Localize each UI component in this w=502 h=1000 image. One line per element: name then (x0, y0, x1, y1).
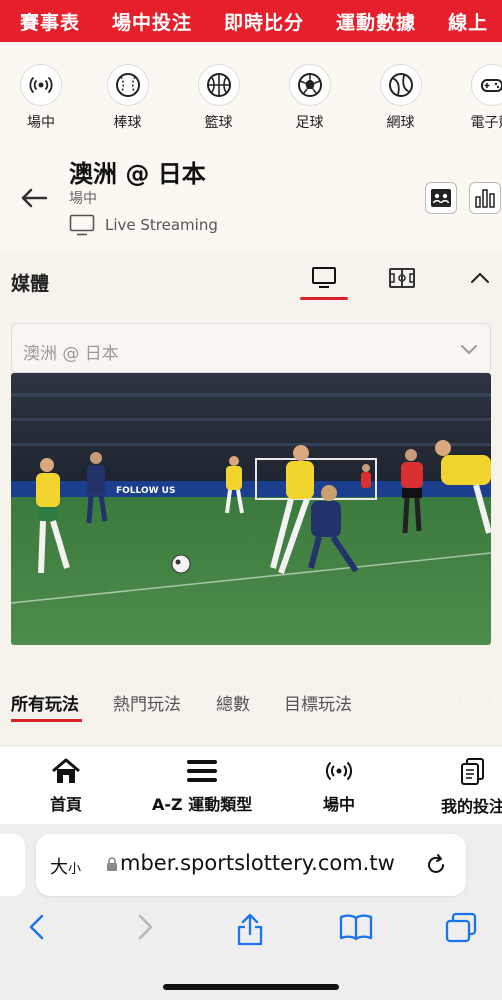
match-select-value: 澳洲 @ 日本 (23, 344, 119, 364)
tv-icon (312, 267, 336, 288)
nav-live-score[interactable]: 即時比分 (224, 8, 304, 35)
live-video-player[interactable]: FOLLOW US (11, 373, 491, 645)
copy-icon (461, 758, 484, 785)
bottom-nav-home[interactable]: 首頁 (50, 757, 82, 815)
lock-icon (106, 856, 118, 876)
nav-schedule[interactable]: 賽事表 (20, 8, 80, 35)
bottom-nav-label: A-Z 運動類型 (152, 795, 253, 814)
bet-type-tabs: 所有玩法 熱門玩法 總數 目標玩法 (0, 680, 502, 730)
bar-chart-icon (475, 189, 495, 208)
sports-category-row: 場中 棒球 籃球 足球 網球 電子競 (0, 42, 502, 142)
home-icon (52, 758, 80, 783)
lineup-icon (431, 189, 451, 207)
tab-totals[interactable]: 總數 (216, 690, 250, 715)
share-icon[interactable] (234, 912, 266, 950)
media-section-header: 媒體 (0, 252, 502, 312)
monitor-icon (69, 214, 95, 236)
live-streaming-label: Live Streaming (105, 216, 218, 234)
baseball-icon (106, 64, 149, 106)
forward-chevron-icon[interactable] (134, 912, 156, 946)
tabs-icon[interactable] (444, 912, 478, 948)
url-text: mber.sportslottery.com.tw (120, 851, 395, 875)
home-indicator (163, 984, 339, 990)
sport-label: 籃球 (204, 115, 233, 131)
banner-text: FOLLOW US (116, 486, 175, 496)
sport-item-live[interactable]: 場中 (0, 42, 82, 142)
bottom-nav-label: 我的投注 (441, 797, 502, 816)
bottom-nav-label: 場中 (323, 795, 356, 814)
match-status: 場中 (69, 191, 97, 207)
tab-goal-bets[interactable]: 目標玩法 (284, 690, 352, 715)
video-frame: FOLLOW US (11, 373, 491, 645)
sport-label: 場中 (27, 115, 55, 131)
tab-popular-bets[interactable]: 熱門玩法 (113, 690, 181, 715)
tab-pitch[interactable] (382, 262, 422, 294)
menu-icon (187, 760, 218, 782)
sport-item-soccer[interactable]: 足球 (264, 42, 355, 142)
sport-item-esports[interactable]: 電子競 (446, 42, 502, 142)
tab-all-bets[interactable]: 所有玩法 (11, 690, 79, 715)
previous-tab-card[interactable] (0, 834, 25, 896)
address-bar[interactable]: 大小 mber.sportslottery.com.tw (36, 834, 466, 896)
bottom-nav-a-z-sports[interactable]: A-Z 運動類型 (152, 757, 252, 815)
sport-label: 棒球 (113, 115, 142, 131)
sport-label: 電子競 (470, 115, 502, 131)
active-tab-indicator (300, 297, 348, 300)
bottom-nav-live[interactable]: 場中 (323, 757, 355, 815)
sport-label: 網球 (386, 115, 415, 131)
live-streaming-indicator[interactable]: Live Streaming (69, 214, 218, 236)
lineup-button[interactable] (425, 182, 457, 214)
chevron-down-icon (460, 340, 478, 359)
back-arrow-icon[interactable] (18, 182, 50, 214)
bottom-nav-my-bets[interactable]: 我的投注 (441, 757, 502, 817)
top-navigation: 賽事表 場中投注 即時比分 運動數據 線上 (0, 0, 502, 42)
esports-icon (470, 64, 502, 106)
sport-label: 足球 (295, 115, 324, 131)
pitch-icon (389, 268, 415, 288)
sport-item-baseball[interactable]: 棒球 (82, 42, 173, 142)
media-label: 媒體 (11, 273, 50, 295)
match-select[interactable]: 澳洲 @ 日本 (11, 323, 491, 373)
tab-tv[interactable] (304, 262, 344, 294)
live-broadcast-icon (20, 64, 62, 106)
browser-chrome: 大小 mber.sportslottery.com.tw (0, 824, 502, 1000)
bookmarks-icon[interactable] (338, 912, 374, 946)
active-tab-indicator (11, 719, 82, 722)
bottom-nav-label: 首頁 (50, 795, 83, 814)
match-header: 澳洲 @ 日本 場中 Live Streaming (0, 142, 502, 252)
collapse-chevron-icon[interactable] (460, 262, 500, 294)
nav-live-betting[interactable]: 場中投注 (112, 8, 192, 35)
sport-item-basketball[interactable]: 籃球 (173, 42, 264, 142)
basketball-icon (197, 64, 240, 106)
match-title: 澳洲 @ 日本 (69, 160, 206, 188)
text-size-button[interactable]: 大小 (50, 853, 81, 879)
live-broadcast-icon (326, 761, 352, 781)
nav-sports-data[interactable]: 運動數據 (336, 8, 416, 35)
tennis-ball-icon (379, 64, 422, 106)
nav-online[interactable]: 線上 (448, 8, 488, 35)
tab-more-button[interactable] (460, 685, 490, 715)
sport-item-tennis[interactable]: 網球 (355, 42, 446, 142)
reload-icon[interactable] (424, 852, 448, 882)
stats-button[interactable] (469, 182, 501, 214)
back-chevron-icon[interactable] (26, 912, 48, 946)
bottom-navigation: 首頁 A-Z 運動類型 場中 我的投注 (0, 746, 502, 824)
soccer-ball-icon (288, 64, 331, 106)
